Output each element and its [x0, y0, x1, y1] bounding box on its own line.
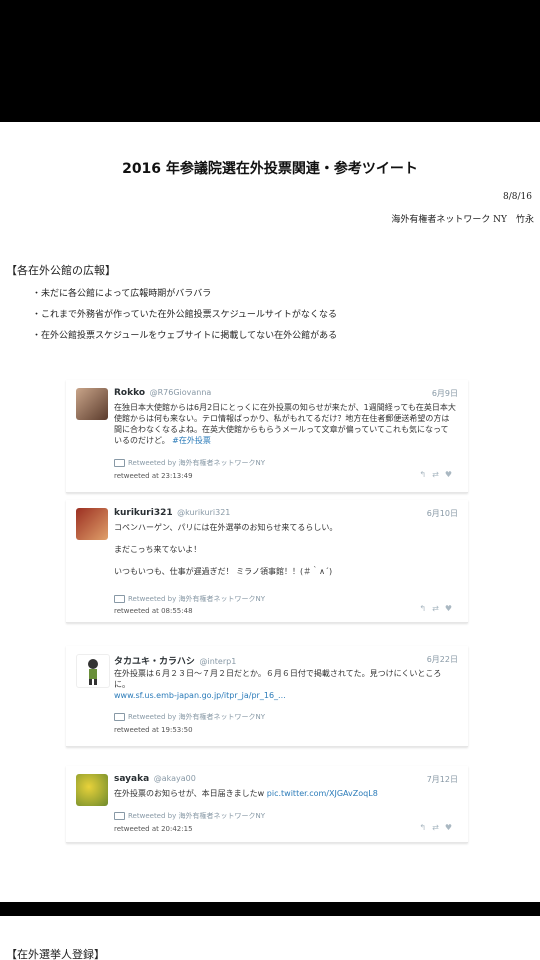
avatar[interactable]: [76, 508, 108, 540]
tweet-link[interactable]: www.sf.us.emb-japan.go.jp/itpr_ja/pr_16_…: [114, 691, 286, 700]
tweet-date[interactable]: 6月22日: [427, 654, 458, 665]
retweeted-at: retweeted at 20:42:15: [114, 825, 193, 833]
tweet-text: 在独日本大使館からは6月2日にとっくに在外投票の知らせが来たが、1週間経っても在…: [114, 403, 456, 445]
retweeted-by: Retweeted by 海外有権者ネットワークNY: [114, 594, 265, 604]
next-page: 【在外選挙人登録】: [0, 916, 540, 960]
retweet-badge-icon: [114, 595, 125, 603]
reply-icon[interactable]: ↰: [419, 604, 432, 613]
tweet-text: 在外投票は６月２３日〜７月２日だとか。６月６日付で掲載されてた。見つけにくいとこ…: [114, 669, 442, 700]
like-icon[interactable]: ♥: [445, 604, 458, 613]
tweet-handle[interactable]: @R76Giovanna: [150, 388, 212, 397]
avatar[interactable]: [76, 654, 110, 688]
tweet-actions: ↰⇄♥: [419, 470, 458, 479]
doc-date: 8/8/16: [503, 192, 532, 202]
doc-author: 海外有権者ネットワーク NY 竹永: [391, 215, 534, 225]
tweet-date[interactable]: 6月9日: [432, 388, 458, 399]
tweet-text: 在外投票のお知らせが、本日届きましたw pic.twitter.com/XJGA…: [114, 789, 378, 798]
retweeted-by: Retweeted by 海外有権者ネットワークNY: [114, 712, 265, 722]
like-icon[interactable]: ♥: [445, 823, 458, 832]
tweet-handle[interactable]: @interp1: [199, 657, 236, 666]
retweeted-at: retweeted at 08:55:48: [114, 607, 193, 615]
tweet-date[interactable]: 7月12日: [427, 774, 458, 785]
tweet-author-name[interactable]: Rokko: [114, 388, 145, 398]
retweeted-by: Retweeted by 海外有権者ネットワークNY: [114, 811, 265, 821]
tweet-author-name[interactable]: kurikuri321: [114, 508, 173, 518]
tweet-handle[interactable]: @akaya00: [154, 774, 196, 783]
bullet-item: 在外公館投票スケジュールをウェブサイトに掲載してない在外公館がある: [32, 330, 337, 351]
section-heading: 【在外選挙人登録】: [6, 948, 105, 960]
retweet-icon[interactable]: ⇄: [432, 604, 445, 613]
hashtag-link[interactable]: #在外投票: [172, 436, 211, 445]
reply-icon[interactable]: ↰: [419, 470, 432, 479]
bullet-item: これまで外務省が作っていた在外公館投票スケジュールサイトがなくなる: [32, 309, 337, 330]
tweet-card: タカユキ・カラハシ @interp1 6月22日 在外投票は６月２３日〜７月２日…: [66, 646, 468, 747]
tweet-card: sayaka @akaya00 7月12日 在外投票のお知らせが、本日届きました…: [66, 766, 468, 843]
retweet-badge-icon: [114, 812, 125, 820]
retweet-icon[interactable]: ⇄: [432, 470, 445, 479]
tweet-card: kurikuri321 @kurikuri321 6月10日 コペンハーゲン、パ…: [66, 500, 468, 623]
like-icon[interactable]: ♥: [445, 470, 458, 479]
tweet-date[interactable]: 6月10日: [427, 508, 458, 519]
tweet-actions: ↰⇄♥: [419, 604, 458, 613]
retweet-icon[interactable]: ⇄: [432, 823, 445, 832]
tweet-author-name[interactable]: sayaka: [114, 774, 149, 784]
retweet-badge-icon: [114, 713, 125, 721]
reply-icon[interactable]: ↰: [419, 823, 432, 832]
tweet-actions: ↰⇄♥: [419, 823, 458, 832]
tweet-link[interactable]: pic.twitter.com/XJGAvZoqL8: [267, 789, 378, 798]
retweeted-by: Retweeted by 海外有権者ネットワークNY: [114, 458, 265, 468]
tweet-card: Rokko @R76Giovanna 6月9日 在独日本大使館からは6月2日にと…: [66, 380, 468, 493]
avatar[interactable]: [76, 388, 108, 420]
bullet-list: 未だに各公館によって広報時期がバラバラ これまで外務省が作っていた在外公館投票ス…: [32, 288, 337, 351]
page-title: 2016 年参議院選在外投票関連・参考ツイート: [122, 161, 418, 177]
avatar[interactable]: [76, 774, 108, 806]
retweeted-at: retweeted at 23:13:49: [114, 472, 193, 480]
retweet-badge-icon: [114, 459, 125, 467]
tweet-text: コペンハーゲン、パリには在外選挙のお知らせ来てるらしい。 まだこっち来てないよ！…: [114, 523, 338, 576]
tweet-author-name[interactable]: タカユキ・カラハシ: [114, 657, 195, 667]
section-heading: 【各在外公館の広報】: [6, 264, 116, 277]
tweet-handle[interactable]: @kurikuri321: [177, 508, 230, 517]
document-page: 2016 年参議院選在外投票関連・参考ツイート 8/8/16 海外有権者ネットワ…: [0, 122, 540, 902]
bullet-item: 未だに各公館によって広報時期がバラバラ: [32, 288, 337, 309]
retweeted-at: retweeted at 19:53:50: [114, 726, 193, 734]
